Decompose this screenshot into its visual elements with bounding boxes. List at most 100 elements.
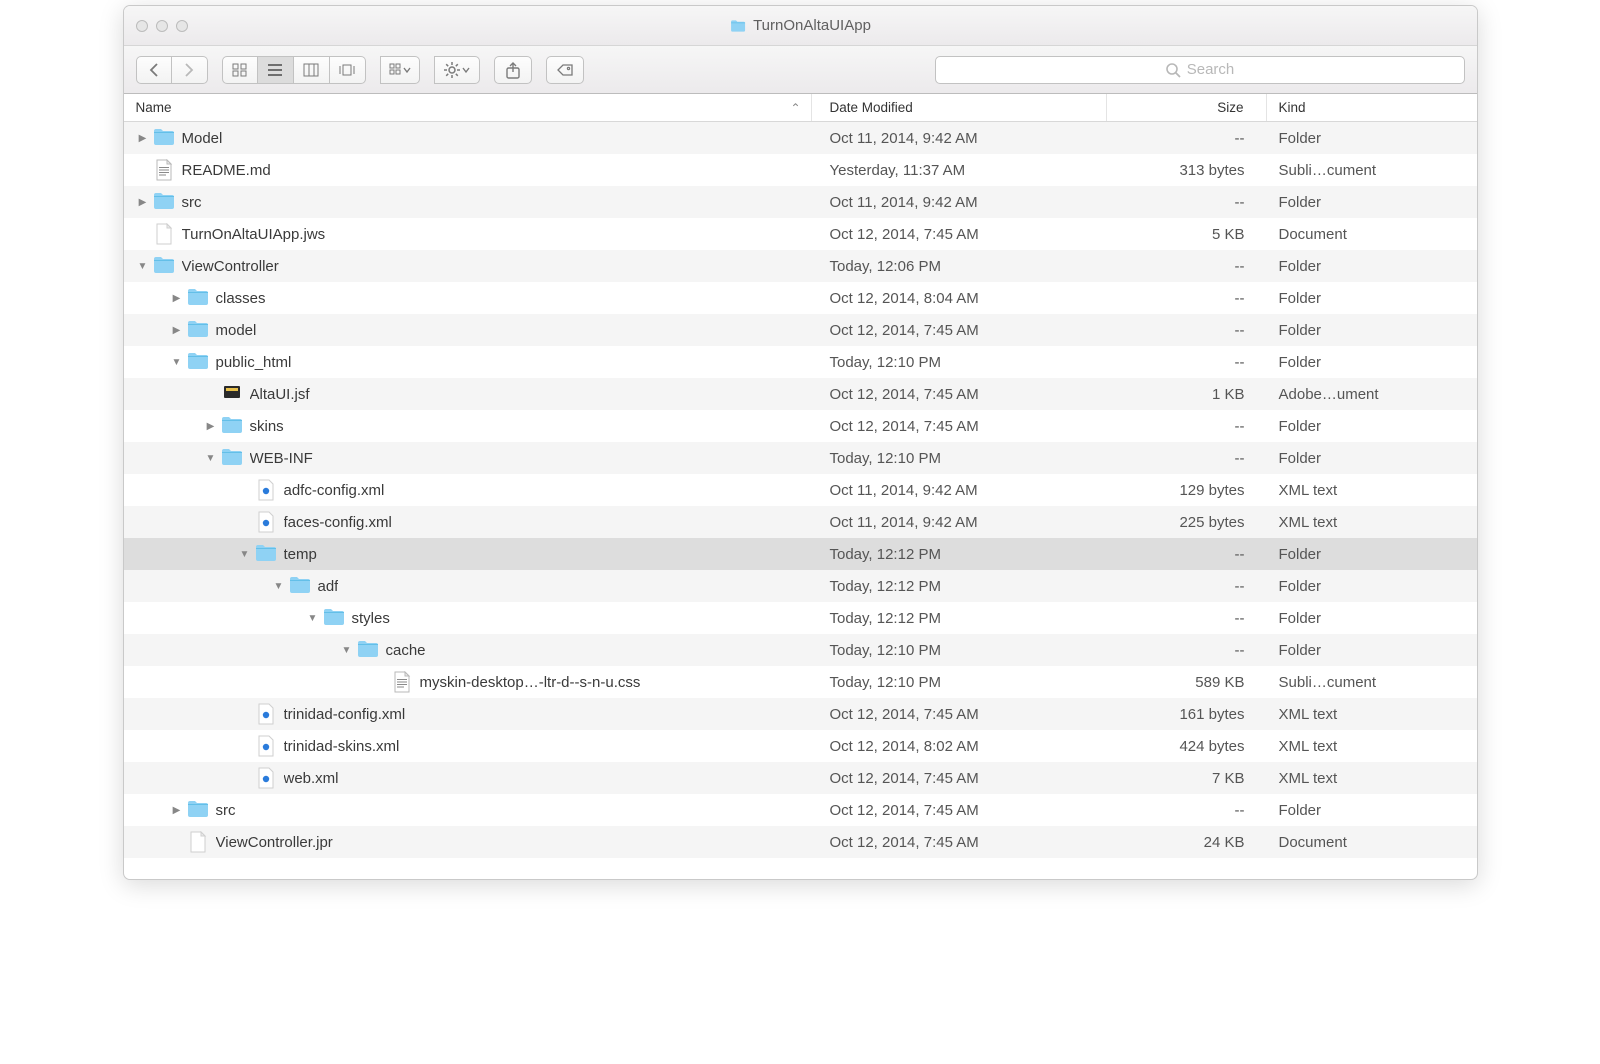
file-name: src [216,802,236,819]
file-row[interactable]: ▶skinsOct 12, 2014, 7:45 AM--Folder [124,410,1477,442]
tags-button[interactable] [546,56,584,84]
file-row[interactable]: ▼WEB-INFToday, 12:10 PM--Folder [124,442,1477,474]
coverflow-view-button[interactable] [330,56,366,84]
file-date: Today, 12:06 PM [812,258,1107,275]
file-row[interactable]: ▶srcOct 11, 2014, 9:42 AM--Folder [124,186,1477,218]
titlebar: TurnOnAltaUIApp [124,6,1477,46]
folder-icon [187,287,209,309]
nav-buttons [136,56,208,84]
doc-icon [153,223,175,245]
file-row[interactable]: ▶modelOct 12, 2014, 7:45 AM--Folder [124,314,1477,346]
file-row[interactable]: adfc-config.xmlOct 11, 2014, 9:42 AM129 … [124,474,1477,506]
file-date: Oct 11, 2014, 9:42 AM [812,514,1107,531]
file-row[interactable]: AltaUI.jsfOct 12, 2014, 7:45 AM1 KBAdobe… [124,378,1477,410]
file-size: -- [1107,642,1267,659]
back-button[interactable] [136,56,172,84]
action-button[interactable] [434,56,480,84]
disclosure-triangle[interactable]: ▼ [170,357,184,368]
disclosure-triangle[interactable]: ▶ [170,325,184,336]
disclosure-triangle[interactable]: ▶ [204,421,218,432]
disclosure-triangle[interactable]: ▼ [340,645,354,656]
file-row[interactable]: ViewController.jprOct 12, 2014, 7:45 AM2… [124,826,1477,858]
file-row[interactable]: myskin-desktop…-ltr-d--s-n-u.cssToday, 1… [124,666,1477,698]
file-name: adfc-config.xml [284,482,385,499]
xml-icon [255,479,277,501]
file-kind: Folder [1267,450,1477,467]
view-switcher [222,56,366,84]
file-row[interactable]: ▼stylesToday, 12:12 PM--Folder [124,602,1477,634]
file-name: AltaUI.jsf [250,386,310,403]
file-name: temp [284,546,317,563]
file-date: Oct 11, 2014, 9:42 AM [812,194,1107,211]
file-name: skins [250,418,284,435]
file-name: Model [182,130,223,147]
folder-icon [255,543,277,565]
file-date: Today, 12:12 PM [812,546,1107,563]
search-field[interactable]: Search [935,56,1465,84]
file-size: 1 KB [1107,386,1267,403]
file-row[interactable]: TurnOnAltaUIApp.jwsOct 12, 2014, 7:45 AM… [124,218,1477,250]
file-date: Oct 12, 2014, 7:45 AM [812,802,1107,819]
folder-icon [187,351,209,373]
file-kind: XML text [1267,770,1477,787]
icon-view-button[interactable] [222,56,258,84]
file-size: -- [1107,322,1267,339]
file-row[interactable]: ▼adfToday, 12:12 PM--Folder [124,570,1477,602]
file-row[interactable]: faces-config.xmlOct 11, 2014, 9:42 AM225… [124,506,1477,538]
file-row[interactable]: ▶srcOct 12, 2014, 7:45 AM--Folder [124,794,1477,826]
arrange-button[interactable] [380,56,420,84]
file-size: 313 bytes [1107,162,1267,179]
file-date: Oct 12, 2014, 7:45 AM [812,770,1107,787]
file-row[interactable]: ▼ViewControllerToday, 12:06 PM--Folder [124,250,1477,282]
disclosure-triangle[interactable]: ▼ [306,613,320,624]
file-kind: Subli…cument [1267,674,1477,691]
file-row[interactable]: ▶classesOct 12, 2014, 8:04 AM--Folder [124,282,1477,314]
sort-ascending-icon: ⌃ [790,101,800,115]
disclosure-triangle[interactable]: ▼ [238,549,252,560]
finder-window: TurnOnAltaUIApp [123,5,1478,880]
file-kind: Document [1267,226,1477,243]
column-view-button[interactable] [294,56,330,84]
file-kind: Folder [1267,610,1477,627]
disclosure-triangle[interactable]: ▶ [136,197,150,208]
forward-button[interactable] [172,56,208,84]
close-window-button[interactable] [136,20,148,32]
file-row[interactable]: ▼cacheToday, 12:10 PM--Folder [124,634,1477,666]
file-kind: Folder [1267,258,1477,275]
file-size: 24 KB [1107,834,1267,851]
disclosure-triangle[interactable]: ▼ [204,453,218,464]
folder-icon [323,607,345,629]
file-kind: Subli…cument [1267,162,1477,179]
share-button[interactable] [494,56,532,84]
file-name: classes [216,290,266,307]
file-date: Today, 12:10 PM [812,450,1107,467]
file-name: public_html [216,354,292,371]
file-kind: XML text [1267,706,1477,723]
file-row[interactable]: trinidad-config.xmlOct 12, 2014, 7:45 AM… [124,698,1477,730]
file-row[interactable]: web.xmlOct 12, 2014, 7:45 AM7 KBXML text [124,762,1477,794]
column-header-date[interactable]: Date Modified [812,94,1107,121]
disclosure-triangle[interactable]: ▶ [136,133,150,144]
file-row[interactable]: ▼public_htmlToday, 12:10 PM--Folder [124,346,1477,378]
file-size: -- [1107,610,1267,627]
file-size: -- [1107,578,1267,595]
file-row[interactable]: ▼tempToday, 12:12 PM--Folder [124,538,1477,570]
disclosure-triangle[interactable]: ▼ [136,261,150,272]
list-view-button[interactable] [258,56,294,84]
file-date: Oct 12, 2014, 7:45 AM [812,386,1107,403]
disclosure-triangle[interactable]: ▶ [170,293,184,304]
minimize-window-button[interactable] [156,20,168,32]
folder-icon [289,575,311,597]
disclosure-triangle[interactable]: ▼ [272,581,286,592]
column-header-size[interactable]: Size [1107,94,1267,121]
file-row[interactable]: README.mdYesterday, 11:37 AM313 bytesSub… [124,154,1477,186]
column-header-name[interactable]: Name ⌃ [124,94,812,121]
file-name: README.md [182,162,271,179]
zoom-window-button[interactable] [176,20,188,32]
folder-icon [221,447,243,469]
disclosure-triangle[interactable]: ▶ [170,805,184,816]
file-row[interactable]: trinidad-skins.xmlOct 12, 2014, 8:02 AM4… [124,730,1477,762]
column-header-kind[interactable]: Kind [1267,94,1477,121]
file-size: 161 bytes [1107,706,1267,723]
file-row[interactable]: ▶ModelOct 11, 2014, 9:42 AM--Folder [124,122,1477,154]
